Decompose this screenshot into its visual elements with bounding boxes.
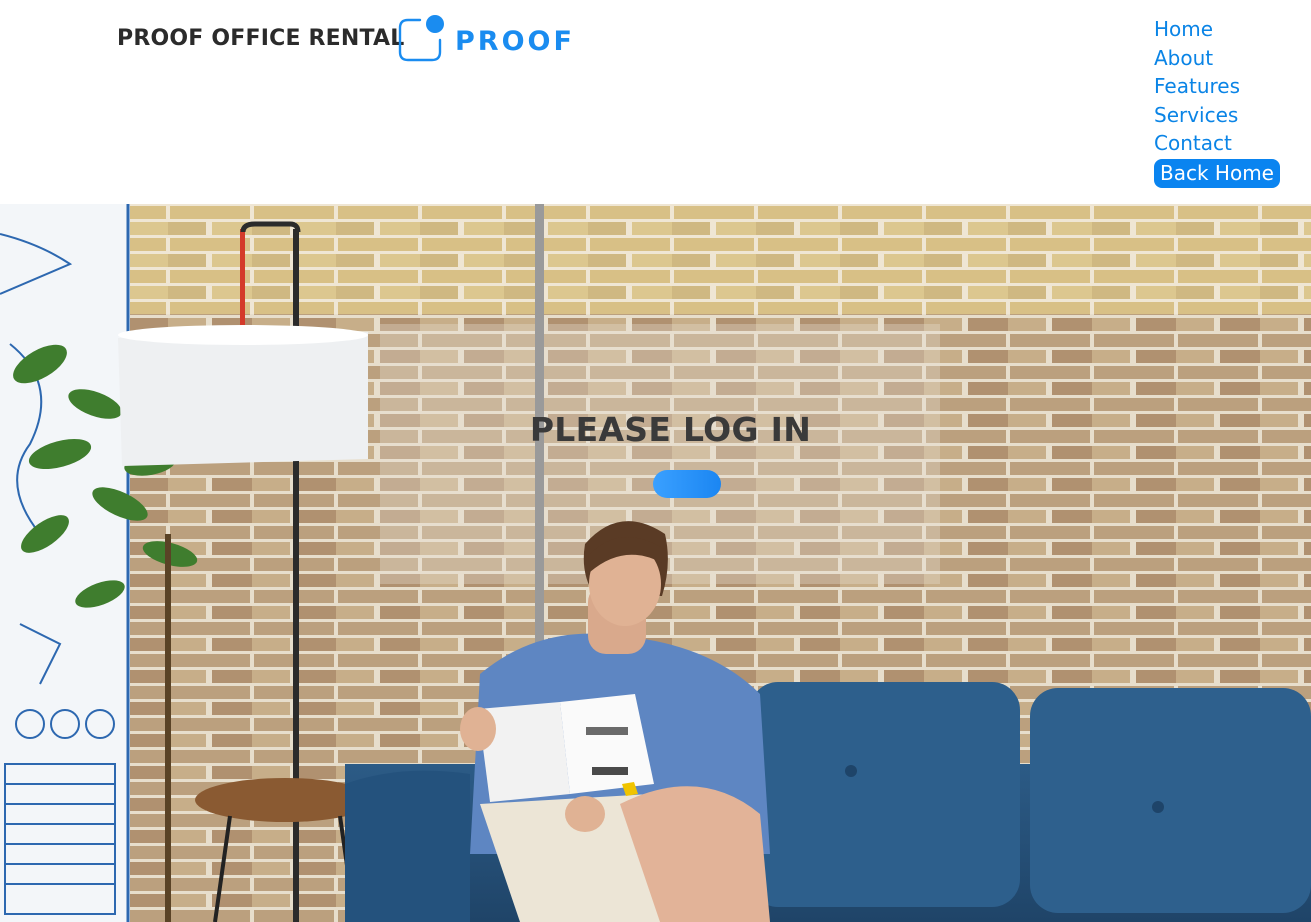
login-button[interactable] (653, 470, 721, 498)
back-home-button[interactable]: Back Home (1154, 158, 1280, 188)
site-header: PROOF OFFICE RENTAL PROOF Home About Fea… (0, 0, 1311, 204)
brand-text: PROOF OFFICE RENTAL (117, 26, 405, 51)
nav-link-services[interactable]: Services (1154, 103, 1238, 127)
logo-text: PROOF (455, 26, 575, 57)
nav-item-features: Features (1154, 72, 1280, 101)
login-heading: PLEASE LOG IN (529, 410, 812, 449)
nav-item-contact: Contact (1154, 129, 1280, 158)
main-nav: Home About Features Services Contact Bac… (1154, 15, 1280, 188)
nav-item-about: About (1154, 44, 1280, 73)
proof-logo[interactable]: PROOF (398, 14, 584, 64)
nav-link-about[interactable]: About (1154, 46, 1213, 70)
nav-item-home: Home (1154, 15, 1280, 44)
nav-link-features[interactable]: Features (1154, 74, 1240, 98)
nav-link-contact[interactable]: Contact (1154, 131, 1232, 155)
nav-link-home[interactable]: Home (1154, 17, 1213, 41)
hero-background-image (0, 204, 1311, 922)
nav-item-back-home: Back Home (1154, 158, 1280, 188)
hero-section: PLEASE LOG IN (0, 204, 1311, 922)
nav-item-services: Services (1154, 101, 1280, 130)
